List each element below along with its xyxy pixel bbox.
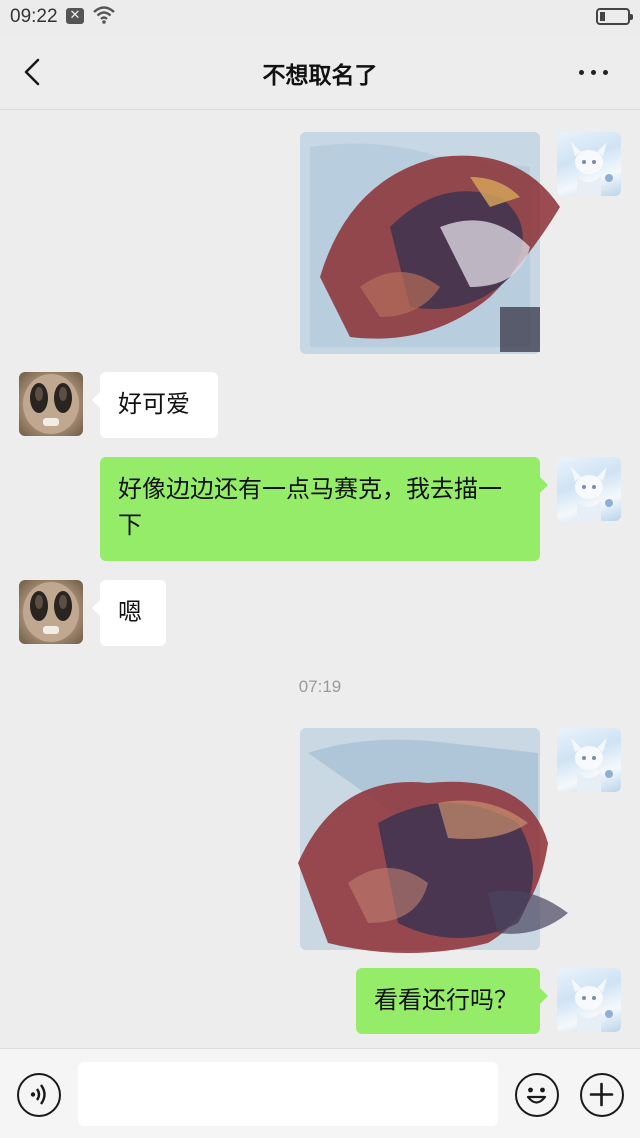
message-image[interactable] — [300, 132, 560, 354]
status-bar: 09:22 ✕ — [0, 0, 640, 34]
message-bubble-sent[interactable]: 看看还行吗？ — [356, 968, 548, 1034]
chat-title: 不想取名了 — [262, 63, 378, 89]
battery-icon — [596, 8, 633, 25]
message-bubble-received[interactable]: 嗯 — [92, 580, 166, 646]
battery-fill — [600, 12, 605, 21]
plus-button[interactable] — [580, 1073, 624, 1117]
wifi-icon — [93, 6, 115, 24]
x-notification-icon: ✕ — [66, 8, 84, 24]
nav-bar: 不想取名了 — [0, 34, 640, 110]
more-dots-icon — [579, 70, 584, 75]
avatar[interactable] — [19, 372, 83, 436]
input-bar — [0, 1048, 640, 1138]
sketch-image-icon — [300, 132, 560, 354]
message-input[interactable] — [78, 1062, 498, 1126]
avatar[interactable] — [19, 580, 83, 644]
message-image[interactable] — [298, 728, 568, 953]
status-time: 09:22 — [10, 6, 58, 27]
message-text: 好可爱 — [118, 390, 190, 418]
sketch-image-icon — [298, 728, 568, 953]
avatar[interactable] — [557, 457, 621, 521]
more-button[interactable] — [575, 60, 615, 84]
message-text: 好像边边还有一点马赛克，我去描一下 — [118, 475, 502, 539]
plus-icon — [589, 1082, 614, 1107]
message-text: 嗯 — [118, 598, 142, 626]
message-text: 看看还行吗？ — [374, 986, 518, 1014]
message-bubble-received[interactable]: 好可爱 — [92, 372, 218, 438]
message-timestamp: 07:19 — [298, 677, 342, 696]
emoji-icon — [526, 1087, 547, 1104]
avatar[interactable] — [557, 968, 621, 1032]
avatar[interactable] — [557, 132, 621, 196]
message-bubble-sent[interactable]: 好像边边还有一点马赛克，我去描一下 — [100, 457, 548, 561]
chat-area[interactable]: 好可爱 好像边边还有一点马赛克，我去描一下 嗯 07:19 看看还行吗？ — [0, 110, 640, 1048]
avatar[interactable] — [557, 728, 621, 792]
voice-icon — [30, 1084, 46, 1105]
voice-button[interactable] — [17, 1073, 61, 1117]
emoji-button[interactable] — [515, 1073, 559, 1117]
